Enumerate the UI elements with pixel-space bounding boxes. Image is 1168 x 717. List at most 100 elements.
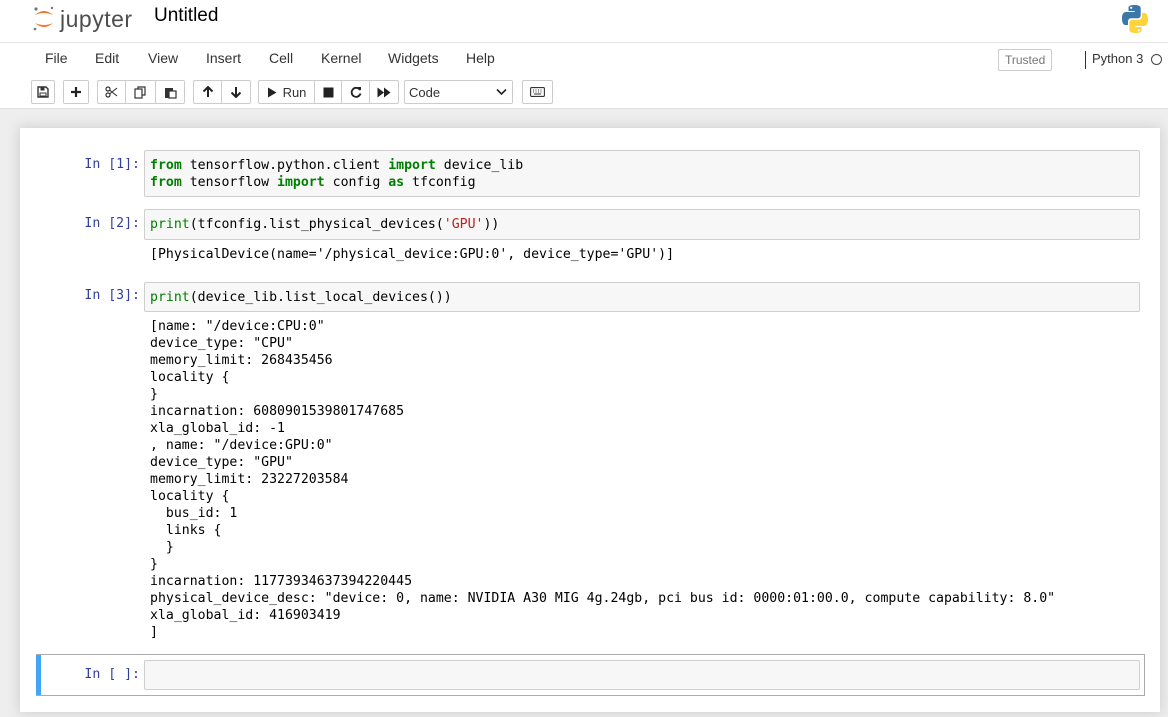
input-prompt: In [3]: [84, 288, 140, 303]
fast-forward-icon [377, 87, 391, 97]
menu-widgets[interactable]: Widgets [388, 50, 439, 66]
play-icon [267, 87, 277, 97]
python-logo-icon [1120, 3, 1150, 40]
output-line: locality { [150, 489, 230, 504]
output-line: , name: "/device:GPU:0" [150, 438, 333, 453]
kernel-separator [1085, 51, 1086, 69]
cell-type-value: Code [409, 84, 441, 100]
code-text: (device_lib.list_local_devices()) [189, 290, 452, 305]
save-button[interactable] [31, 80, 55, 104]
kernel-name[interactable]: Python 3 [1092, 51, 1143, 66]
notebook-name[interactable]: Untitled [154, 5, 218, 27]
output-line: physical_device_desc: "device: 0, name: … [150, 591, 1056, 606]
output-line: ] [150, 625, 158, 640]
menu-view[interactable]: View [148, 50, 178, 66]
save-icon [37, 86, 49, 98]
menu-help[interactable]: Help [466, 50, 495, 66]
code-editor[interactable]: print(tfconfig.list_physical_devices('GP… [145, 210, 1139, 233]
input-prompt: In [2]: [84, 216, 140, 231]
code-line: from tensorflow import config as tfconfi… [150, 174, 1139, 191]
restart-button[interactable] [342, 80, 370, 104]
code-cell-input[interactable]: print(tfconfig.list_physical_devices('GP… [144, 209, 1140, 240]
output-line: } [150, 540, 174, 555]
output-line: [name: "/device:CPU:0" [150, 319, 325, 334]
interrupt-button[interactable] [315, 80, 342, 104]
output-line: memory_limit: 268435456 [150, 353, 333, 368]
code-keyword: from [150, 158, 182, 173]
code-cell-input[interactable]: from tensorflow.python.client import dev… [144, 150, 1140, 197]
cell-output: [name: "/device:CPU:0" device_type: "CPU"… [150, 318, 1055, 641]
code-text: (tfconfig.list_physical_devices( [189, 217, 444, 232]
trusted-indicator[interactable]: Trusted [998, 49, 1053, 71]
plus-icon [71, 87, 81, 97]
menu-edit[interactable]: Edit [95, 50, 119, 66]
keyboard-icon [530, 87, 545, 97]
output-line: xla_global_id: -1 [150, 421, 285, 436]
arrow-up-icon [202, 86, 213, 97]
menu-insert[interactable]: Insert [206, 50, 241, 66]
code-keyword: from [150, 175, 182, 190]
insert-cell-button[interactable] [63, 80, 89, 104]
output-line: links { [150, 523, 222, 538]
code-line: print(tfconfig.list_physical_devices('GP… [150, 216, 1139, 233]
code-cell-input[interactable]: print(device_lib.list_local_devices()) [144, 282, 1140, 312]
cell-type-select[interactable]: Code [404, 80, 513, 104]
stop-icon [323, 87, 333, 97]
cut-icon [105, 86, 118, 98]
move-up-button[interactable] [193, 80, 222, 104]
code-cell-input-empty[interactable] [144, 660, 1140, 690]
code-keyword: import [277, 175, 325, 190]
cut-button[interactable] [97, 80, 126, 104]
output-line: locality { [150, 370, 230, 385]
move-down-button[interactable] [222, 80, 251, 104]
code-text: tensorflow [181, 175, 278, 190]
code-string: 'GPU' [443, 217, 484, 232]
code-editor[interactable]: from tensorflow.python.client import dev… [145, 151, 1139, 191]
copy-icon [134, 85, 146, 99]
code-text: tfconfig [404, 175, 476, 190]
code-line: from tensorflow.python.client import dev… [150, 157, 1139, 174]
jupyter-logo[interactable]: jupyter [32, 4, 133, 34]
run-button[interactable]: Run [258, 80, 315, 104]
command-palette-button[interactable] [522, 80, 553, 104]
notebook-header: jupyter Untitled File Edit View Insert C… [0, 0, 1168, 109]
code-keyword: as [388, 175, 405, 190]
output-line: [PhysicalDevice(name='/physical_device:G… [150, 247, 675, 262]
output-line: } [150, 557, 158, 572]
output-line: bus_id: 1 [150, 506, 238, 521]
code-builtin: print [150, 290, 190, 305]
code-text: device_lib [435, 158, 524, 173]
code-keyword: import [388, 158, 436, 173]
output-line: incarnation: 6080901539801747685 [150, 404, 405, 419]
output-line: device_type: "CPU" [150, 336, 293, 351]
code-builtin: print [150, 217, 190, 232]
code-editor[interactable]: print(device_lib.list_local_devices()) [145, 283, 1139, 306]
output-line: } [150, 387, 158, 402]
kernel-idle-icon [1151, 54, 1162, 65]
menu-cell[interactable]: Cell [269, 50, 293, 66]
run-label: Run [282, 84, 307, 100]
menubar: File Edit View Insert Cell Kernel Widget… [0, 42, 1168, 74]
copy-button[interactable] [126, 80, 156, 104]
code-text: )) [483, 217, 500, 232]
header-top-row: jupyter Untitled [0, 0, 1168, 42]
restart-icon [350, 86, 361, 98]
menu-kernel[interactable]: Kernel [321, 50, 361, 66]
code-text: tensorflow.python.client [181, 158, 389, 173]
output-line: memory_limit: 23227203584 [150, 472, 349, 487]
arrow-down-icon [230, 87, 242, 98]
jupyter-logo-icon [33, 6, 54, 31]
input-prompt: In [ ]: [84, 667, 140, 682]
output-line: xla_global_id: 416903419 [150, 608, 341, 623]
output-line: incarnation: 11773934637394220445 [150, 574, 413, 589]
menu-file[interactable]: File [45, 50, 68, 66]
code-text: config [324, 175, 389, 190]
restart-run-all-button[interactable] [370, 80, 399, 104]
toolbar: Run Code [0, 74, 1168, 109]
paste-button[interactable] [156, 80, 185, 104]
logo-text: jupyter [60, 5, 133, 32]
code-line: print(device_lib.list_local_devices()) [150, 289, 1139, 306]
chevron-down-icon [496, 88, 507, 96]
output-line: device_type: "GPU" [150, 455, 293, 470]
input-prompt: In [1]: [84, 157, 140, 172]
